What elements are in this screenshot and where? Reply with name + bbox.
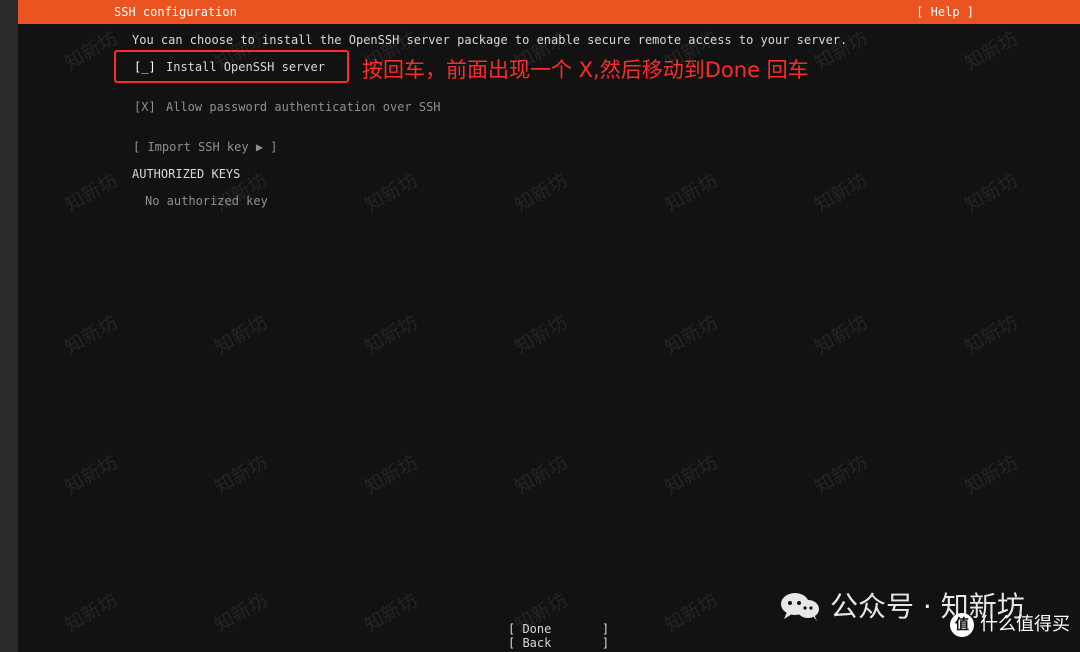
watermark-text: 知新坊 — [961, 451, 1022, 499]
watermark-text: 知新坊 — [511, 311, 572, 359]
watermark-text: 知新坊 — [361, 589, 422, 637]
watermark-text: 知新坊 — [61, 169, 122, 217]
watermark-text: 知新坊 — [361, 451, 422, 499]
watermark-text: 知新坊 — [811, 451, 872, 499]
allow-password-auth-label: Allow password authentication over SSH — [166, 100, 441, 114]
site-logo-icon: 值 — [950, 613, 974, 637]
watermark-text: 知新坊 — [361, 311, 422, 359]
watermark-text: 知新坊 — [211, 589, 272, 637]
allow-password-auth-checkbox[interactable]: [X] — [134, 99, 156, 115]
watermark-text: 知新坊 — [661, 169, 722, 217]
watermark-text: 知新坊 — [511, 169, 572, 217]
help-button[interactable]: [ Help ] — [916, 4, 974, 20]
no-authorized-key-text: No authorized key — [145, 194, 268, 208]
wechat-icon — [781, 593, 819, 621]
watermark-text: 知新坊 — [211, 311, 272, 359]
watermark-text: 知新坊 — [661, 589, 722, 637]
watermark-text: 知新坊 — [61, 27, 122, 75]
watermark-text: 知新坊 — [361, 169, 422, 217]
watermark-text: 知新坊 — [811, 169, 872, 217]
back-button[interactable]: [ Back ] — [508, 635, 609, 651]
authorized-keys-heading: AUTHORIZED KEYS — [132, 167, 241, 181]
site-watermark: 值 什么值得买 — [950, 613, 1070, 637]
watermark-text: 知新坊 — [811, 311, 872, 359]
left-gutter — [0, 0, 18, 652]
ssh-description: You can choose to install the OpenSSH se… — [132, 33, 848, 47]
watermark-text: 知新坊 — [211, 451, 272, 499]
watermark-text: 知新坊 — [61, 589, 122, 637]
watermark-text: 知新坊 — [961, 169, 1022, 217]
watermark-text: 知新坊 — [511, 451, 572, 499]
watermark-text: 知新坊 — [661, 311, 722, 359]
watermark-text: 知新坊 — [661, 451, 722, 499]
watermark-text: 知新坊 — [961, 27, 1022, 75]
watermark-text: 知新坊 — [61, 311, 122, 359]
site-label: 什么值得买 — [980, 614, 1070, 635]
page-title: SSH configuration — [114, 5, 237, 19]
import-ssh-key-button[interactable]: [ Import SSH key ▶ ] — [133, 139, 278, 155]
watermark-text: 知新坊 — [961, 311, 1022, 359]
annotation-highlight-box — [114, 50, 349, 83]
watermark-text: 知新坊 — [61, 451, 122, 499]
instruction-annotation: 按回车，前面出现一个 X,然后移动到Done 回车 — [362, 58, 809, 82]
